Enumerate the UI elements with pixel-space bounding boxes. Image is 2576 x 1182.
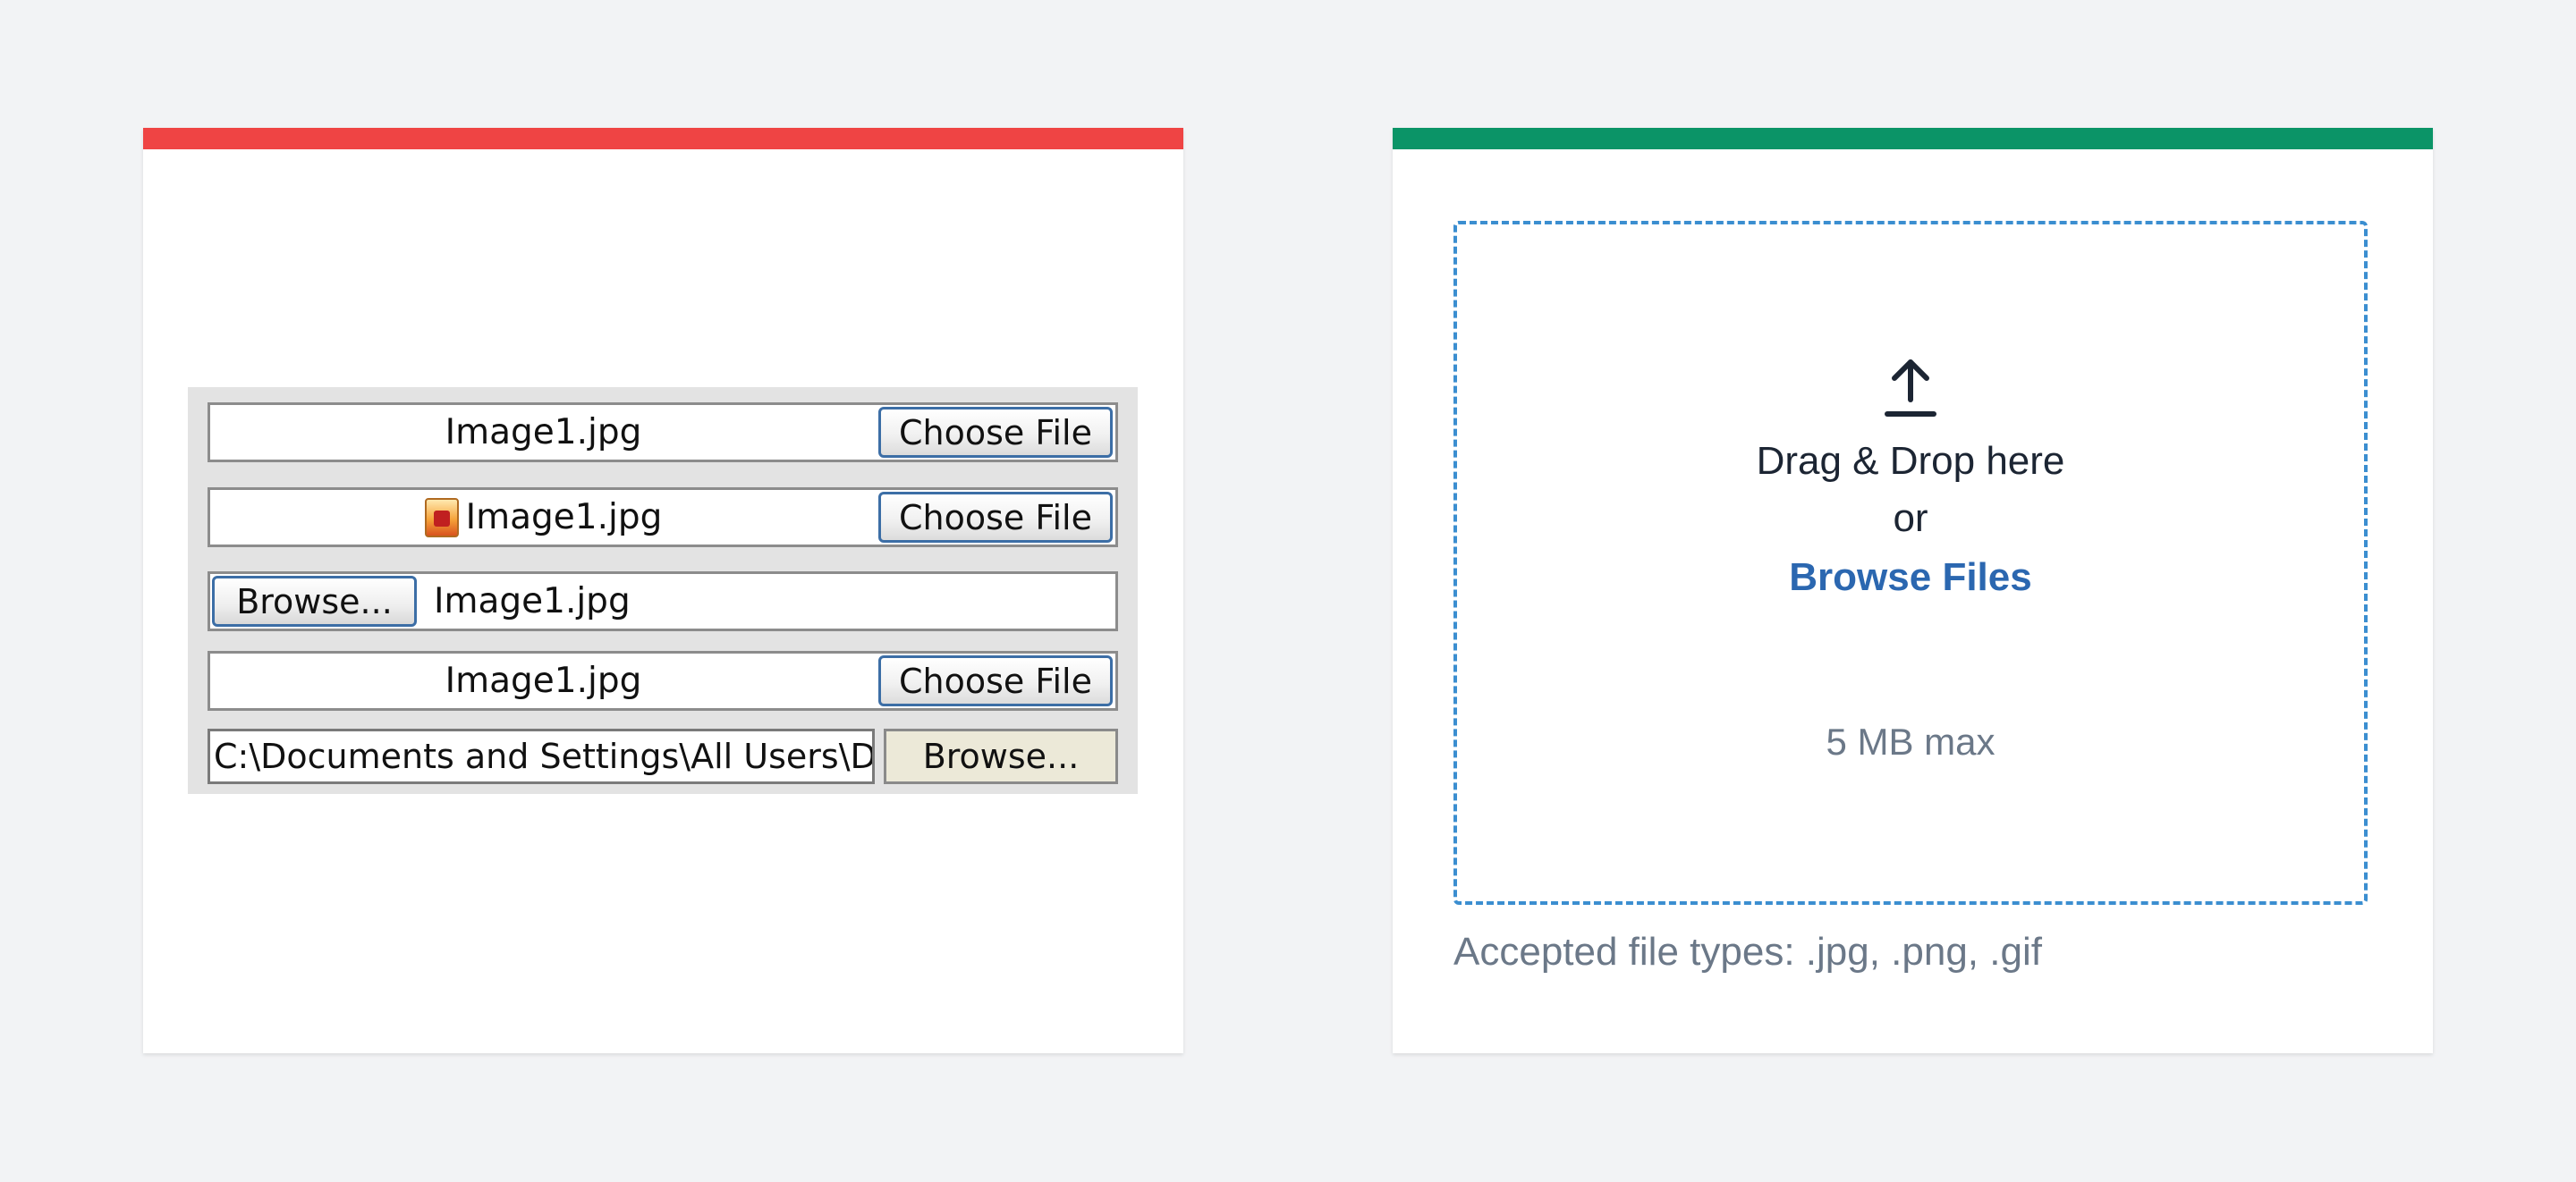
file-input-ie[interactable]: C:\Documents and Settings\All Users\Docu… [208, 729, 1118, 784]
upload-card: Drag & Drop here or Browse Files 5 MB ma… [1393, 128, 2433, 1053]
choose-file-button[interactable]: Choose File [878, 407, 1113, 458]
good-example-accent-bar [1393, 128, 2433, 149]
file-path-field[interactable]: C:\Documents and Settings\All Users\Docu… [208, 729, 875, 784]
choose-file-button[interactable]: Choose File [878, 492, 1113, 543]
max-size-text: 5 MB max [1826, 721, 1996, 763]
selected-file-name: Image1.jpg [434, 581, 631, 621]
selected-file-name: Image1.jpg [445, 412, 642, 452]
file-input-chrome-alt[interactable]: Image1.jpg Choose File [208, 651, 1118, 711]
drag-drop-text: Drag & Drop here [1756, 439, 2065, 483]
browse-files-link[interactable]: Browse Files [1457, 555, 2364, 600]
browse-button[interactable]: Browse... [212, 576, 417, 627]
image-file-icon [424, 497, 459, 537]
drop-zone[interactable]: Drag & Drop here or Browse Files 5 MB ma… [1453, 221, 2368, 905]
or-text: or [1893, 496, 1928, 540]
file-input-safari[interactable]: Image1.jpg Choose File [208, 487, 1118, 547]
upload-arrow-icon [1885, 359, 1936, 417]
selected-file-name-text: Image1.jpg [465, 497, 663, 537]
bad-example-accent-bar [143, 128, 1183, 149]
file-input-chrome[interactable]: Image1.jpg Choose File [208, 402, 1118, 462]
legacy-example-card: Image1.jpg Choose File Image1.jpg Choose… [143, 128, 1183, 1053]
selected-file-name: Image1.jpg [445, 661, 642, 701]
selected-file-name: Image1.jpg [210, 490, 877, 545]
choose-file-button[interactable]: Choose File [878, 655, 1113, 706]
accepted-file-types: Accepted file types: .jpg, .png, .gif [1453, 930, 2042, 974]
file-input-firefox[interactable]: Browse... Image1.jpg [208, 571, 1118, 631]
browse-button[interactable]: Browse... [884, 729, 1118, 784]
legacy-file-inputs-panel: Image1.jpg Choose File Image1.jpg Choose… [188, 387, 1138, 794]
